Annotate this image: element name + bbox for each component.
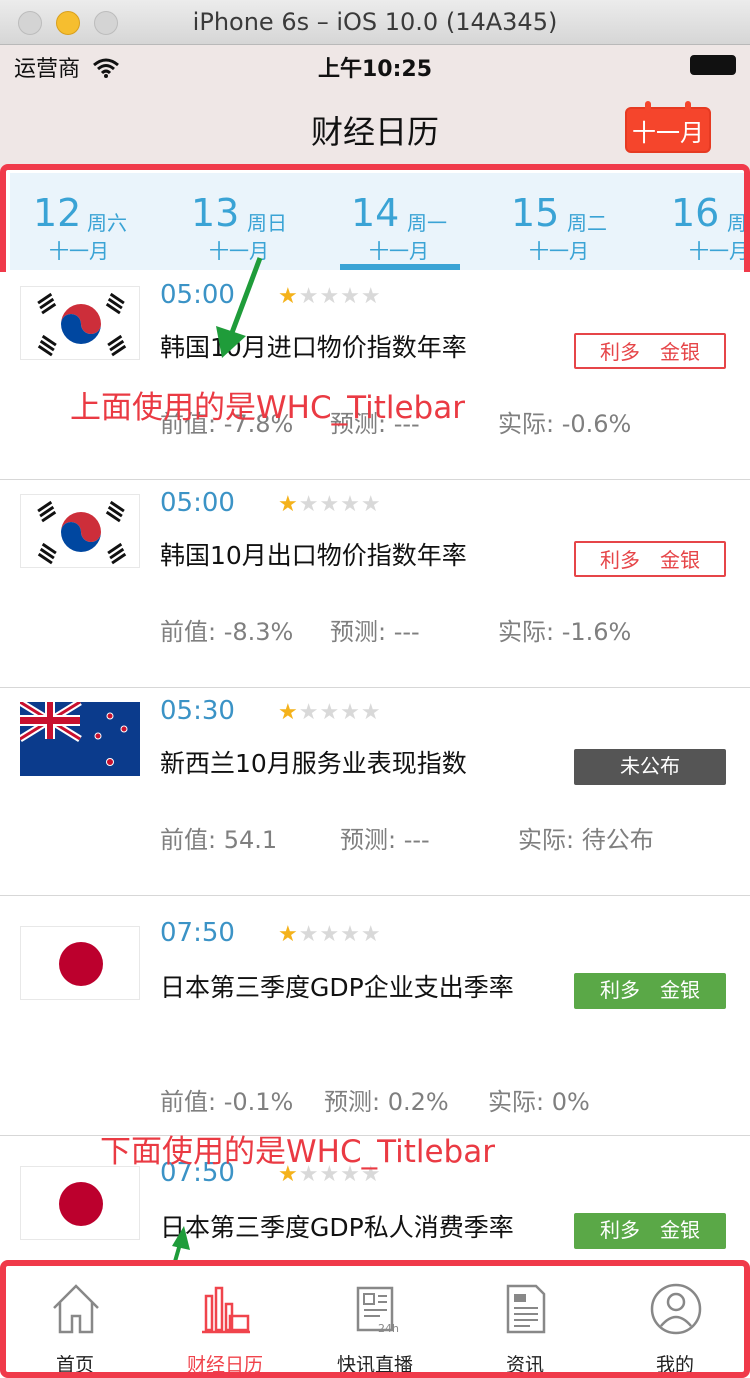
event-title: 日本第三季度GDP私人消费季率: [160, 1213, 514, 1242]
annotation-arrow-up: [216, 257, 263, 358]
event-title: 新西兰10月服务业表现指数: [160, 749, 467, 778]
annotation-text-bottom: 下面使用的是WHC_Titlebar: [100, 1134, 495, 1170]
event-title: 日本第三季度GDP企业支出季率: [160, 973, 514, 1002]
simulator-title-bar: iPhone 6s – iOS 10.0 (14A345): [0, 0, 750, 45]
japan-flag-icon: [20, 1166, 140, 1240]
event-time: 07:50: [160, 918, 235, 948]
status-bar: 运营商 上午10:25: [0, 45, 750, 85]
south-korea-flag-icon: [20, 286, 140, 360]
forecast-value: 预测: 0.2%: [324, 1088, 449, 1116]
previous-value: 前值: -8.3%: [160, 618, 294, 646]
japan-flag-icon: [20, 926, 140, 1000]
previous-value: 前值: -0.1%: [160, 1088, 294, 1116]
south-korea-flag-icon: [20, 494, 140, 568]
actual-value: 实际: 待公布: [518, 826, 654, 854]
new-zealand-flag-icon: [20, 702, 140, 776]
importance-stars: ★★★★★: [278, 492, 382, 517]
annotation-text-top: 上面使用的是WHC_Titlebar: [70, 390, 465, 426]
importance-stars: ★★★★★: [278, 700, 382, 725]
impact-tag: 利多 金银: [574, 1213, 726, 1249]
forecast-value: 预测: ---: [330, 618, 420, 646]
simulator-title: iPhone 6s – iOS 10.0 (14A345): [192, 8, 558, 36]
battery-icon: [690, 55, 736, 75]
actual-value: 实际: -0.6%: [498, 410, 632, 438]
annotation-frame-bottom: [0, 1260, 750, 1378]
list-item[interactable]: 05:00 ★★★★★ 韩国10月进口物价指数年率 利多 金银 前值: -7.8…: [0, 272, 750, 480]
importance-stars: ★★★★★: [278, 284, 382, 309]
list-item[interactable]: 05:00 ★★★★★ 韩国10月出口物价指数年率 利多 金银 前值: -8.3…: [0, 480, 750, 688]
impact-tag: 利多 金银: [574, 973, 726, 1009]
forecast-value: 预测: ---: [340, 826, 430, 854]
status-tag-unpublished: 未公布: [574, 749, 726, 785]
event-time: 05:30: [160, 696, 235, 726]
previous-value: 前值: 54.1: [160, 826, 278, 854]
impact-tag: 利多 金银: [574, 541, 726, 577]
calendar-month-button[interactable]: 十一月: [625, 101, 711, 153]
list-item[interactable]: 07:50 ★★★★★ 日本第三季度GDP企业支出季率 利多 金银 前值: -0…: [0, 896, 750, 1136]
importance-stars: ★★★★★: [278, 922, 382, 947]
navigation-bar: 财经日历 十一月: [0, 85, 750, 170]
actual-value: 实际: 0%: [488, 1088, 590, 1116]
event-time: 05:00: [160, 488, 235, 518]
actual-value: 实际: -1.6%: [498, 618, 632, 646]
impact-tag: 利多 金银: [574, 333, 726, 369]
status-time: 上午10:25: [317, 57, 433, 82]
event-title: 韩国10月出口物价指数年率: [160, 541, 467, 570]
list-item[interactable]: 05:30 ★★★★★ 新西兰10月服务业表现指数 未公布 前值: 54.1 预…: [0, 688, 750, 896]
